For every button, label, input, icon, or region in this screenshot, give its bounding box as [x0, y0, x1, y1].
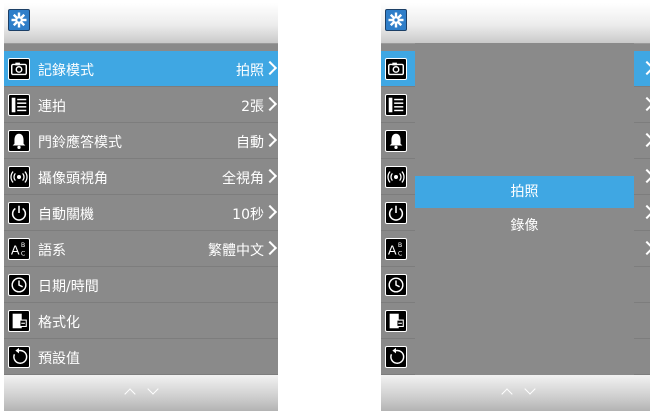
gear-icon[interactable] — [385, 9, 407, 31]
power-icon — [8, 202, 30, 224]
menu-value: 拍照 — [236, 63, 264, 79]
clock-icon — [385, 274, 407, 296]
language-icon: ABC — [385, 238, 407, 260]
svg-text:C: C — [398, 250, 403, 257]
chevron-right-icon — [262, 168, 278, 184]
reset-icon — [8, 346, 30, 368]
menu-row-reset[interactable]: 預設值 — [4, 339, 278, 375]
chevron-right-icon — [639, 204, 650, 220]
settings-screen-right: ABC 拍照 錄像 — [381, 3, 650, 411]
chevron-up-icon[interactable] — [501, 388, 513, 400]
chevron-right-icon — [262, 60, 278, 76]
chevron-up-icon[interactable] — [124, 388, 136, 400]
popup-option-photo[interactable]: 拍照 — [415, 176, 634, 208]
menu-row-record-mode[interactable]: 記錄模式 拍照 — [4, 51, 278, 87]
camera-view-icon — [385, 166, 407, 188]
chevron-right-icon — [639, 168, 650, 184]
camera-view-icon — [8, 166, 30, 188]
record-mode-popup: 拍照 錄像 — [415, 43, 634, 379]
menu-value: 全視角 — [222, 171, 264, 187]
chevron-right-icon — [262, 96, 278, 112]
menu-label: 攝像頭視角 — [38, 171, 108, 187]
bell-icon — [385, 130, 407, 152]
top-bar — [381, 3, 650, 44]
menu-value: 10秒 — [232, 207, 264, 223]
bottom-bar — [381, 375, 650, 411]
burst-icon — [8, 94, 30, 116]
bell-icon — [8, 130, 30, 152]
language-icon: ABC — [8, 238, 30, 260]
menu-row-auto-off[interactable]: 自動關機 10秒 — [4, 195, 278, 231]
chevron-right-icon — [639, 96, 650, 112]
settings-screen-left: 記錄模式 拍照 連拍 2張 門鈴應答模式 自動 攝像頭視角 全視角 自動關機 1… — [4, 3, 278, 411]
menu-label: 門鈴應答模式 — [38, 135, 122, 151]
format-icon — [8, 310, 30, 332]
chevron-right-icon — [639, 60, 650, 76]
svg-text:B: B — [21, 242, 25, 249]
gear-icon[interactable] — [8, 9, 30, 31]
menu-label: 格式化 — [38, 315, 80, 331]
menu-row-language[interactable]: ABC 語系 繁體中文 — [4, 231, 278, 267]
camera-icon — [8, 58, 30, 80]
chevron-down-icon[interactable] — [147, 383, 159, 395]
clock-icon — [8, 274, 30, 296]
svg-text:B: B — [398, 242, 402, 249]
svg-text:C: C — [21, 250, 26, 257]
menu-row-format[interactable]: 格式化 — [4, 303, 278, 339]
burst-icon — [385, 94, 407, 116]
settings-menu: 記錄模式 拍照 連拍 2張 門鈴應答模式 自動 攝像頭視角 全視角 自動關機 1… — [4, 51, 278, 375]
power-icon — [385, 202, 407, 224]
chevron-right-icon — [639, 132, 650, 148]
popup-option-video[interactable]: 錄像 — [415, 210, 634, 242]
menu-value: 2張 — [241, 99, 264, 115]
svg-text:A: A — [388, 242, 397, 257]
menu-row-date-time[interactable]: 日期/時間 — [4, 267, 278, 303]
menu-label: 連拍 — [38, 99, 66, 115]
menu-row-camera-view[interactable]: 攝像頭視角 全視角 — [4, 159, 278, 195]
bottom-bar — [4, 375, 278, 411]
menu-row-doorbell-mode[interactable]: 門鈴應答模式 自動 — [4, 123, 278, 159]
menu-label: 語系 — [38, 243, 66, 259]
chevron-right-icon — [262, 204, 278, 220]
menu-label: 預設值 — [38, 351, 80, 367]
reset-icon — [385, 346, 407, 368]
camera-icon — [385, 58, 407, 80]
chevron-right-icon — [262, 132, 278, 148]
menu-label: 記錄模式 — [38, 63, 94, 79]
chevron-down-icon[interactable] — [524, 383, 536, 395]
top-bar — [4, 3, 278, 44]
chevron-right-icon — [639, 240, 650, 256]
menu-row-burst[interactable]: 連拍 2張 — [4, 87, 278, 123]
menu-value: 自動 — [236, 135, 264, 151]
format-icon — [385, 310, 407, 332]
menu-label: 自動關機 — [38, 207, 94, 223]
chevron-right-icon — [262, 240, 278, 256]
menu-value: 繁體中文 — [208, 243, 264, 259]
svg-text:A: A — [11, 242, 20, 257]
menu-label: 日期/時間 — [38, 279, 99, 295]
